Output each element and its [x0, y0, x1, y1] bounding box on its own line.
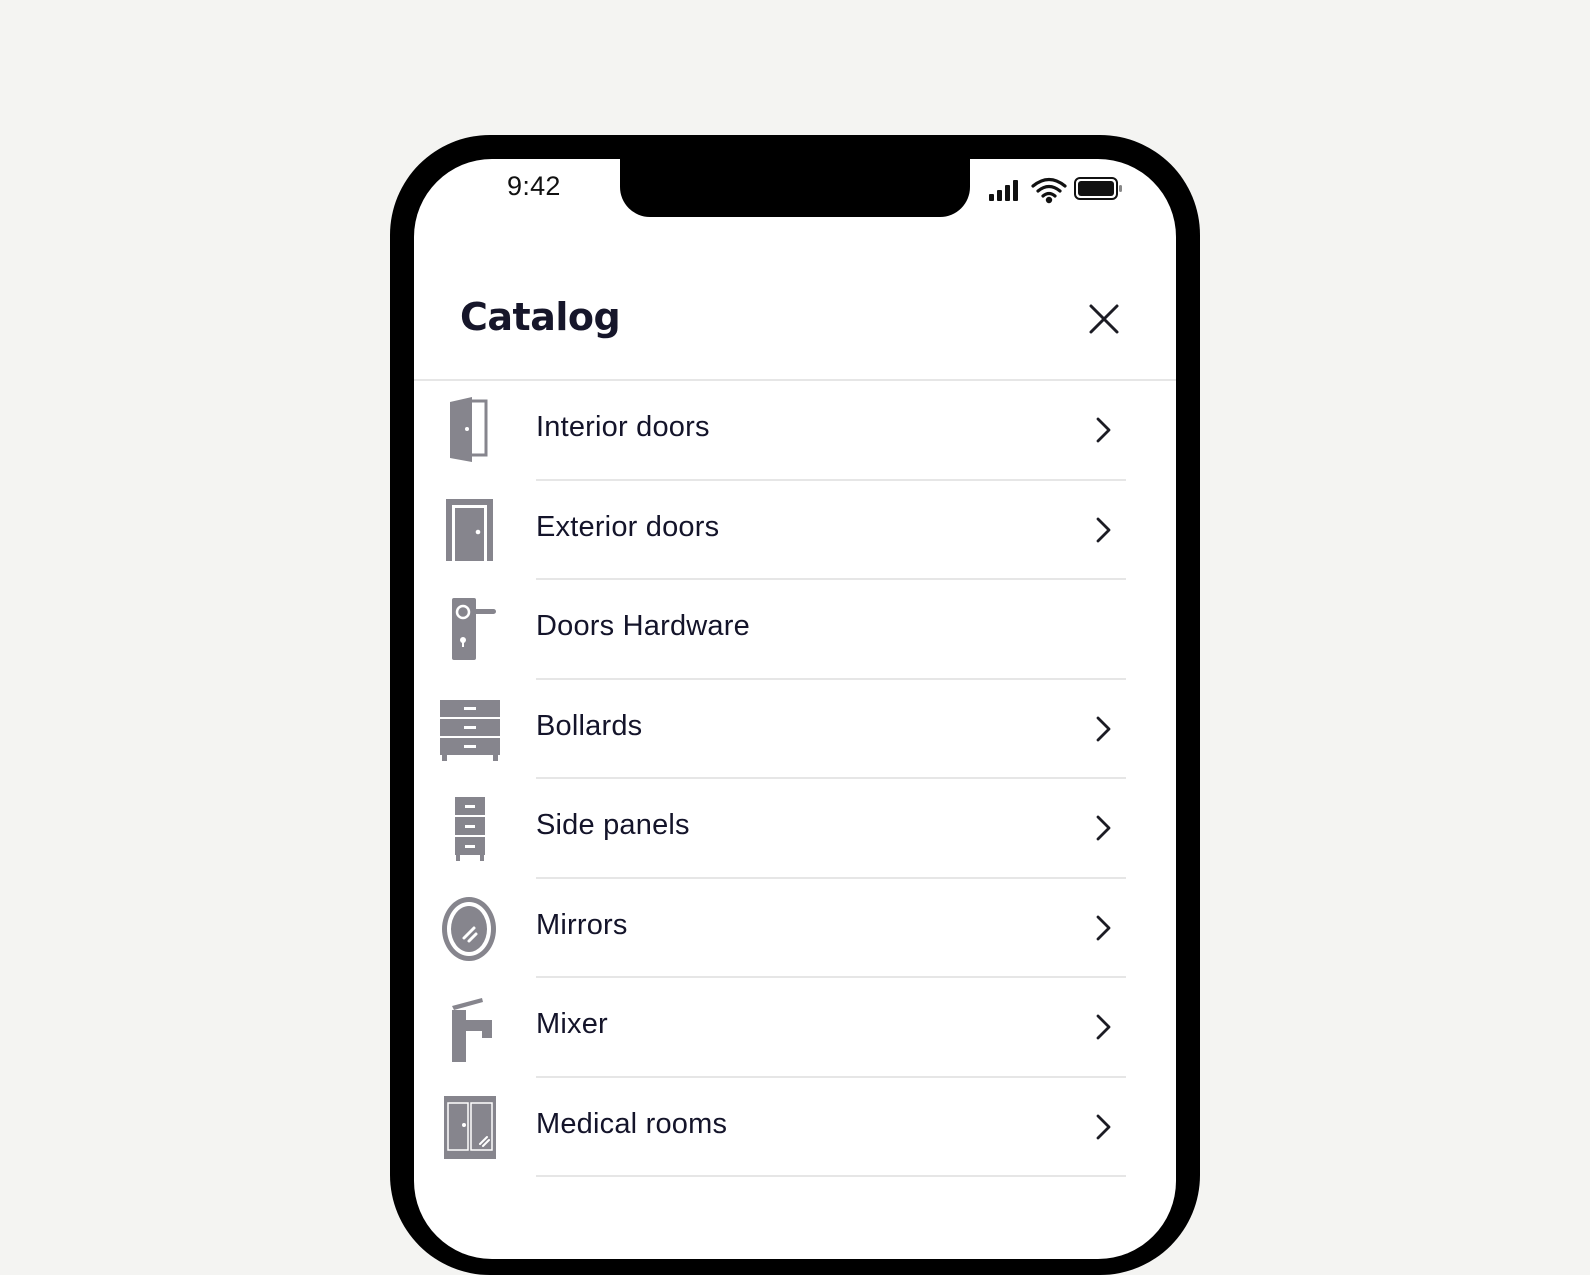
- catalog-list: Interior doors Exterior doors Doors Hard…: [414, 381, 1176, 1177]
- interior-door-icon: [450, 397, 488, 462]
- chevron-right-icon: [1096, 1114, 1111, 1139]
- list-item-label: Exterior doors: [536, 510, 720, 543]
- exterior-door-icon: [446, 498, 493, 561]
- list-item-interior-doors[interactable]: Interior doors: [414, 381, 1176, 481]
- chevron-right-icon: [1096, 417, 1111, 443]
- list-item-label: Side panels: [536, 809, 690, 841]
- list-item-exterior-doors[interactable]: Exterior doors: [414, 481, 1176, 580]
- list-item-bollards[interactable]: Bollards: [414, 680, 1176, 779]
- door-handle-icon: [452, 598, 496, 660]
- list-item-doors-hardware[interactable]: Doors Hardware: [414, 580, 1176, 680]
- list-item-label: Bollards: [536, 709, 643, 742]
- list-item-label: Mirrors: [536, 908, 628, 941]
- wifi-icon: [1031, 177, 1067, 204]
- dresser-icon: [440, 699, 500, 761]
- close-icon[interactable]: [1082, 297, 1126, 341]
- catalog-header: Catalog: [414, 259, 1176, 381]
- chevron-right-icon: [1096, 517, 1111, 542]
- list-item-medical-rooms[interactable]: Medical rooms: [414, 1078, 1176, 1177]
- chevron-right-icon: [1096, 915, 1111, 940]
- chevron-right-icon: [1096, 815, 1111, 841]
- divider: [536, 1175, 1126, 1177]
- status-time: 9:42: [507, 171, 561, 201]
- list-item-side-panels[interactable]: Side panels: [414, 779, 1176, 879]
- notch: [620, 159, 970, 217]
- mirror-icon: [442, 896, 496, 961]
- list-item-label: Doors Hardware: [536, 610, 750, 642]
- cabinet-icon: [455, 797, 485, 861]
- chevron-right-icon: [1096, 716, 1111, 741]
- page-title: Catalog: [460, 295, 621, 339]
- list-item-label: Mixer: [536, 1008, 608, 1040]
- phone-screen: 9:42 Catalog Interior doors Exterior doo…: [414, 159, 1176, 1259]
- faucet-icon: [452, 998, 492, 1062]
- status-icons: [989, 177, 1122, 204]
- list-item-label: Interior doors: [536, 411, 710, 443]
- battery-icon: [1074, 177, 1122, 200]
- chevron-right-icon: [1096, 1014, 1111, 1040]
- wardrobe-icon: [444, 1095, 496, 1159]
- list-item-mixer[interactable]: Mixer: [414, 978, 1176, 1078]
- list-item-mirrors[interactable]: Mirrors: [414, 879, 1176, 978]
- signal-icon: [989, 180, 1018, 201]
- list-item-label: Medical rooms: [536, 1107, 728, 1140]
